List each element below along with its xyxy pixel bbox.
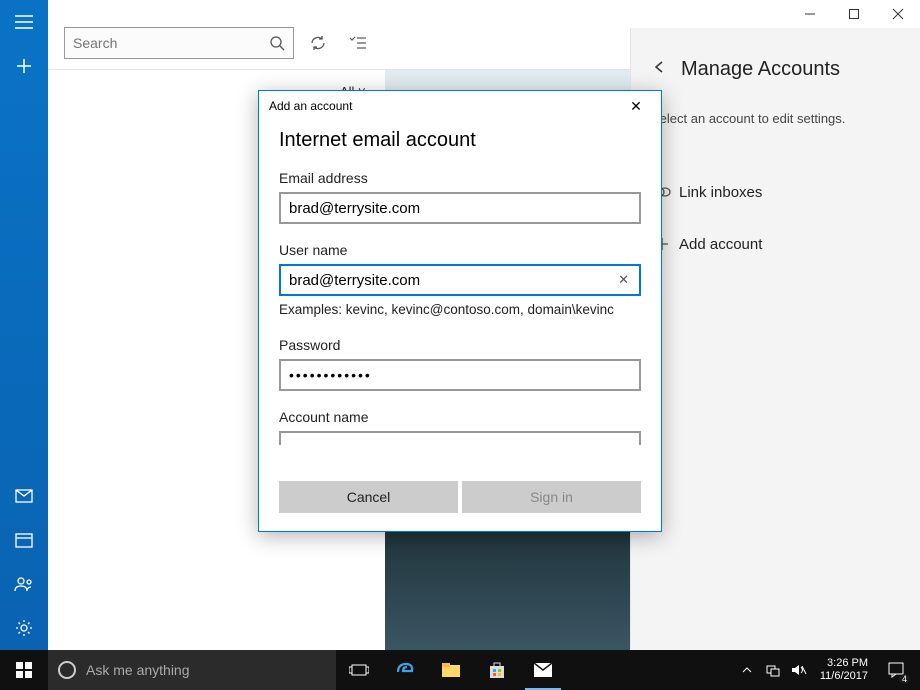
- taskbar-store-icon[interactable]: [474, 650, 520, 690]
- dialog-heading: Internet email account: [279, 129, 641, 152]
- clear-input-icon[interactable]: ✕: [616, 272, 631, 288]
- username-field[interactable]: ✕: [279, 264, 641, 296]
- email-label: Email address: [279, 170, 641, 186]
- email-field[interactable]: [279, 192, 641, 224]
- signin-button[interactable]: Sign in: [462, 481, 641, 513]
- system-tray: 3:26 PM 11/6/2017 4: [734, 650, 920, 690]
- tray-network-icon[interactable]: [760, 650, 786, 690]
- dialog-title: Add an account: [269, 99, 352, 113]
- taskbar-edge-icon[interactable]: [382, 650, 428, 690]
- tray-volume-icon[interactable]: [786, 650, 812, 690]
- username-input[interactable]: [289, 272, 616, 289]
- taskbar-clock[interactable]: 3:26 PM 11/6/2017: [812, 657, 876, 683]
- start-button[interactable]: [0, 650, 48, 690]
- password-value: ••••••••••••: [289, 367, 372, 383]
- taskbar-explorer-icon[interactable]: [428, 650, 474, 690]
- task-view-icon[interactable]: [336, 650, 382, 690]
- password-label: Password: [279, 337, 641, 353]
- action-center-icon[interactable]: 4: [876, 650, 916, 690]
- account-name-label: Account name: [279, 409, 641, 425]
- account-name-field[interactable]: [279, 431, 641, 445]
- cancel-button[interactable]: Cancel: [279, 481, 458, 513]
- email-input[interactable]: [289, 200, 631, 217]
- tray-chevron-icon[interactable]: [734, 650, 760, 690]
- modal-overlay: Add an account ✕ Internet email account …: [0, 0, 920, 690]
- dialog-close-icon[interactable]: ✕: [621, 98, 651, 115]
- taskbar: Ask me anything 3:26 PM 11/6/2017 4: [0, 650, 920, 690]
- cortana-placeholder: Ask me anything: [86, 662, 190, 678]
- cortana-icon: [58, 661, 76, 679]
- add-account-dialog: Add an account ✕ Internet email account …: [258, 90, 662, 532]
- taskbar-mail-icon[interactable]: [520, 650, 566, 690]
- clock-date: 11/6/2017: [820, 670, 868, 683]
- username-hint: Examples: kevinc, kevinc@contoso.com, do…: [279, 302, 641, 317]
- clock-time: 3:26 PM: [820, 657, 868, 670]
- notification-badge: 4: [899, 674, 910, 684]
- username-label: User name: [279, 242, 641, 258]
- cortana-search[interactable]: Ask me anything: [48, 650, 336, 690]
- password-field[interactable]: ••••••••••••: [279, 359, 641, 391]
